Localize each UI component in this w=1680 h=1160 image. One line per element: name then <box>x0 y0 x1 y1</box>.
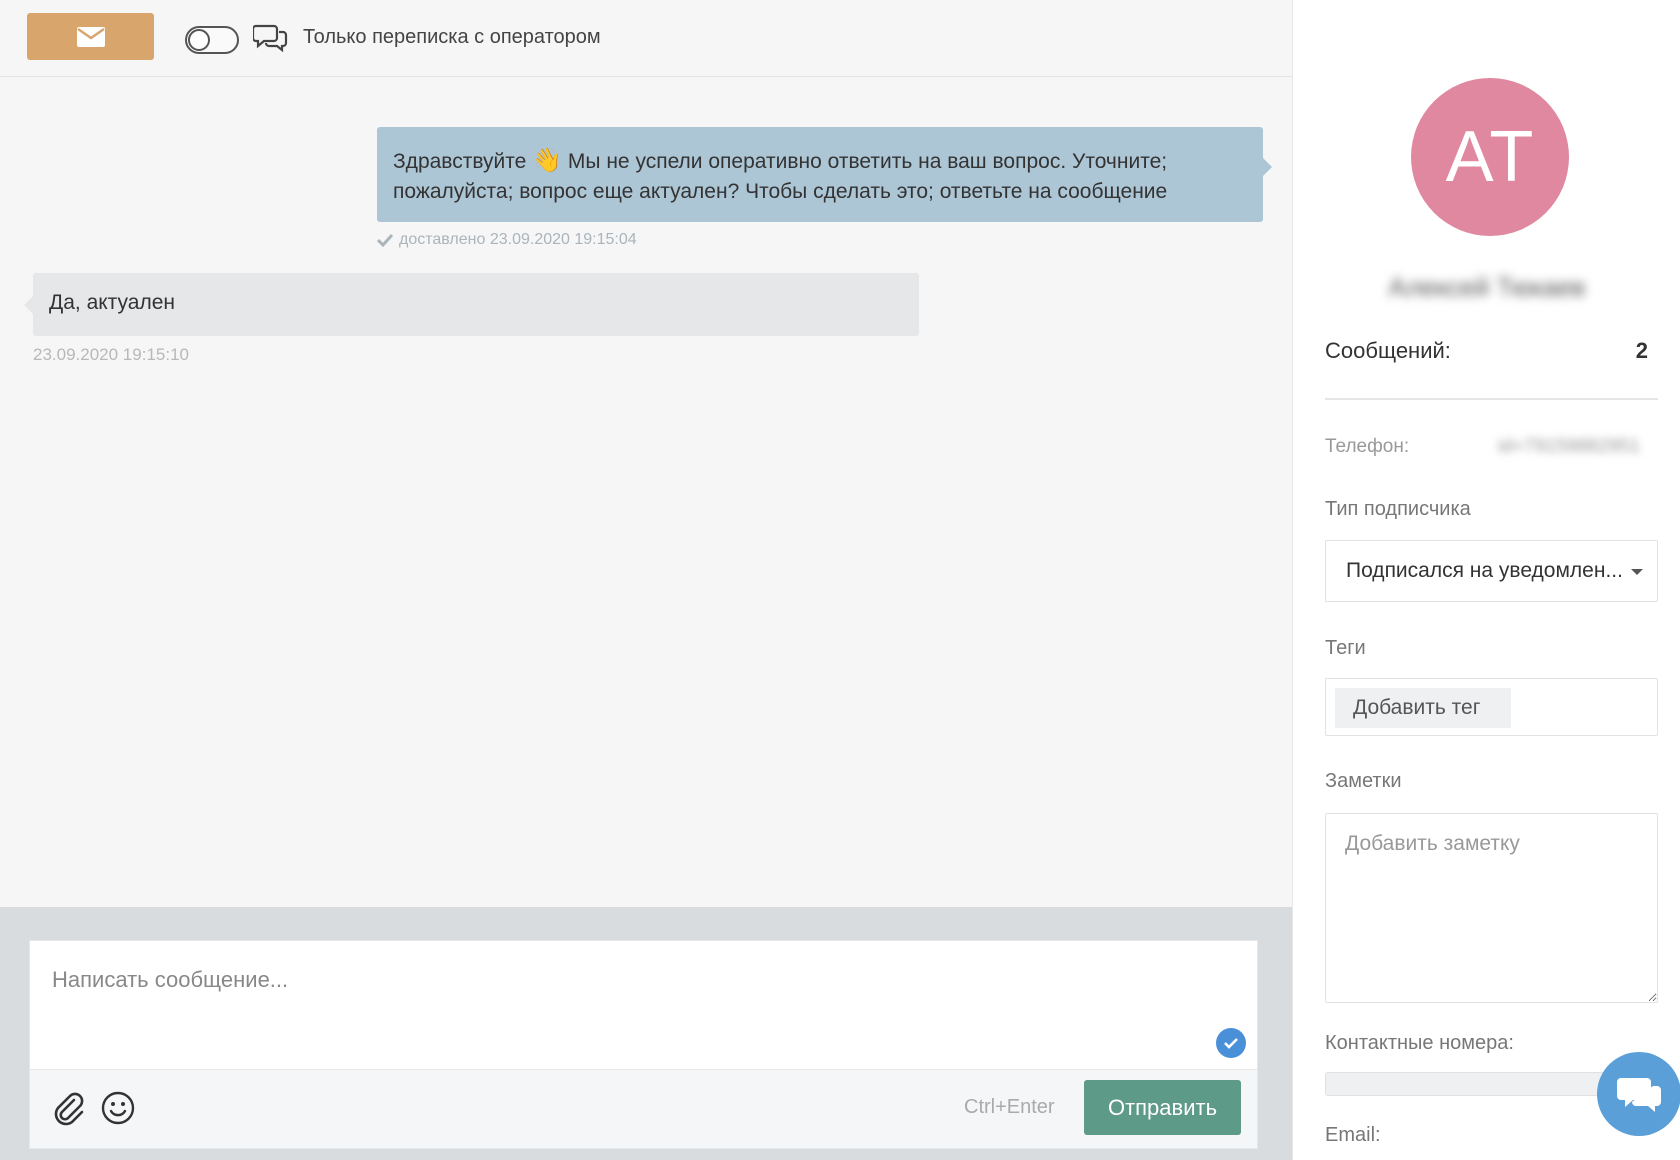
user-name: Алексей Тюкаев <box>1388 272 1586 302</box>
shortcut-hint: Ctrl+Enter <box>964 1096 1055 1118</box>
operator-only-toggle[interactable] <box>185 26 239 54</box>
composer-area: Ctrl+Enter Отправить <box>0 907 1292 1160</box>
message-text-part1: Здравствуйте <box>393 150 527 173</box>
chat-bubbles-icon <box>253 24 288 52</box>
smiley-icon[interactable] <box>100 1090 136 1126</box>
check-icon <box>1224 1038 1238 1049</box>
phone-label: Телефон: <box>1325 436 1410 457</box>
toggle-knob <box>188 29 210 51</box>
mail-button[interactable] <box>27 13 154 60</box>
composer-toolbar: Ctrl+Enter Отправить <box>30 1069 1257 1148</box>
notes-input[interactable] <box>1325 813 1658 1003</box>
incoming-message: Да, актуален <box>24 273 919 336</box>
chat-header: Только переписка с оператором <box>0 0 1292 77</box>
checkmark-icon <box>377 233 393 247</box>
messages-count-label: Сообщений: <box>1325 338 1451 363</box>
contact-numbers-label: Контактные номера: <box>1325 1032 1514 1054</box>
outgoing-message: Здравствуйте 👋 Мы не успели оперативно о… <box>377 127 1272 222</box>
check-badge-icon[interactable] <box>1216 1028 1246 1058</box>
chat-widget-icon <box>1617 1078 1661 1112</box>
incoming-message-time: 23.09.2020 19:15:10 <box>33 345 189 364</box>
messages-count-value: 2 <box>1635 338 1648 363</box>
incoming-message-text: Да, актуален <box>49 291 175 314</box>
delivery-status: доставлено 23.09.2020 19:15:04 <box>377 231 637 249</box>
messages-area: Здравствуйте 👋 Мы не успели оперативно о… <box>0 77 1292 907</box>
subscriber-type-label: Тип подписчика <box>1325 498 1471 520</box>
tag-input[interactable] <box>1335 688 1511 728</box>
paperclip-icon[interactable] <box>52 1090 84 1126</box>
avatar: AT <box>1411 78 1569 236</box>
chat-widget-button[interactable] <box>1597 1052 1680 1136</box>
phone-value: id+79159882951 <box>1498 436 1641 457</box>
chat-panel: Только переписка с оператором Здравствуй… <box>0 0 1292 1160</box>
send-button[interactable]: Отправить <box>1084 1080 1241 1135</box>
contact-numbers-field[interactable] <box>1325 1072 1625 1096</box>
message-input[interactable] <box>30 941 1257 1069</box>
envelope-icon <box>76 26 105 47</box>
delivery-status-text: доставлено 23.09.2020 19:15:04 <box>399 231 637 248</box>
notes-label: Заметки <box>1325 770 1402 792</box>
email-label: Email: <box>1325 1124 1381 1146</box>
user-sidebar: AT Алексей Тюкаев Сообщений: 2 Телефон: … <box>1292 0 1680 1160</box>
operator-only-label: Только переписка с оператором <box>303 26 601 48</box>
subscriber-type-value: Подписался на уведомлен... <box>1346 559 1623 582</box>
divider <box>1325 398 1658 400</box>
chevron-down-icon <box>1631 569 1643 575</box>
waving-hand-emoji: 👋 <box>532 147 563 174</box>
subscriber-type-select[interactable]: Подписался на уведомлен... <box>1325 540 1658 602</box>
composer-box: Ctrl+Enter Отправить <box>29 940 1258 1149</box>
tags-label: Теги <box>1325 637 1366 659</box>
tags-box <box>1325 678 1658 736</box>
